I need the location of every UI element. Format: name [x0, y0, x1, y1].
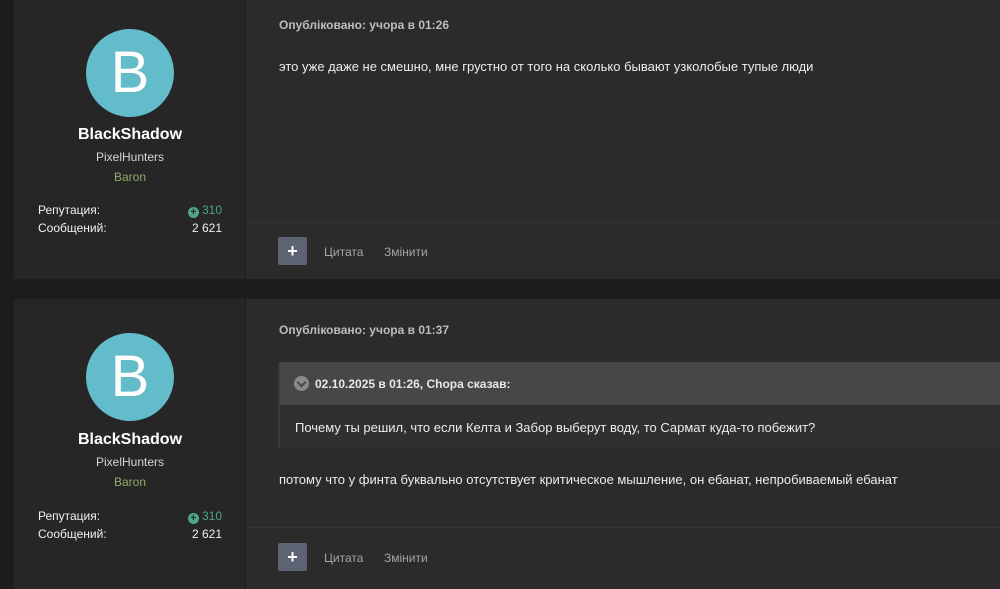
avatar[interactable]: B	[86, 29, 174, 117]
messages-value: 2 621	[191, 527, 222, 541]
reputation-number: 310	[201, 203, 222, 217]
author-panel: B BlackShadow PixelHunters Baron Репутац…	[14, 299, 246, 589]
reputation-label: Репутация:	[38, 203, 101, 217]
quote-button[interactable]: Цитата	[324, 245, 363, 259]
quote-header-text[interactable]: 02.10.2025 в 01:26, Chopa сказав:	[315, 377, 510, 391]
author-name[interactable]: BlackShadow	[14, 126, 246, 144]
quote-header[interactable]: 02.10.2025 в 01:26, Chopa сказав:	[280, 362, 1000, 405]
reputation-value: +310	[187, 509, 222, 524]
quote-button[interactable]: Цитата	[324, 551, 363, 565]
plus-circle-icon: +	[187, 513, 199, 524]
reputation-label: Репутация:	[38, 509, 101, 523]
reputation-row: Репутация: +310	[38, 509, 222, 525]
post-date[interactable]: Опубліковано: учора в 01:37	[279, 323, 449, 337]
edit-button[interactable]: Змінити	[384, 551, 428, 565]
divider	[246, 222, 1000, 223]
author-name[interactable]: BlackShadow	[14, 431, 246, 449]
plus-circle-icon: +	[187, 207, 199, 218]
messages-row: Сообщений: 2 621	[38, 527, 222, 543]
messages-label: Сообщений:	[38, 221, 107, 235]
quote-text: Почему ты решил, что если Келта и Забор …	[295, 420, 816, 435]
author-rank: Baron	[113, 475, 147, 489]
messages-row: Сообщений: 2 621	[38, 221, 222, 237]
forum-post: B BlackShadow PixelHunters Baron Репутац…	[14, 0, 1000, 279]
quote-block: 02.10.2025 в 01:26, Chopa сказав: Почему…	[278, 362, 1000, 449]
messages-value: 2 621	[191, 221, 222, 235]
messages-label: Сообщений:	[38, 527, 107, 541]
author-group: PixelHunters	[95, 150, 165, 164]
chevron-down-icon[interactable]	[294, 376, 309, 391]
reputation-value: +310	[187, 203, 222, 218]
plus-button[interactable]: +	[278, 543, 307, 571]
forum-post: B BlackShadow PixelHunters Baron Репутац…	[14, 299, 1000, 589]
reputation-number: 310	[201, 509, 222, 523]
reputation-row: Репутация: +310	[38, 203, 222, 219]
post-body: потому что у финта буквально отсутствует…	[279, 472, 898, 487]
divider	[246, 527, 1000, 528]
post-body: это уже даже не смешно, мне грустно от т…	[279, 59, 814, 74]
author-rank: Baron	[113, 170, 147, 184]
post-date[interactable]: Опубліковано: учора в 01:26	[279, 18, 449, 32]
avatar[interactable]: B	[86, 333, 174, 421]
plus-button[interactable]: +	[278, 237, 307, 265]
author-group: PixelHunters	[95, 455, 165, 469]
edit-button[interactable]: Змінити	[384, 245, 428, 259]
author-panel: B BlackShadow PixelHunters Baron Репутац…	[14, 0, 246, 279]
